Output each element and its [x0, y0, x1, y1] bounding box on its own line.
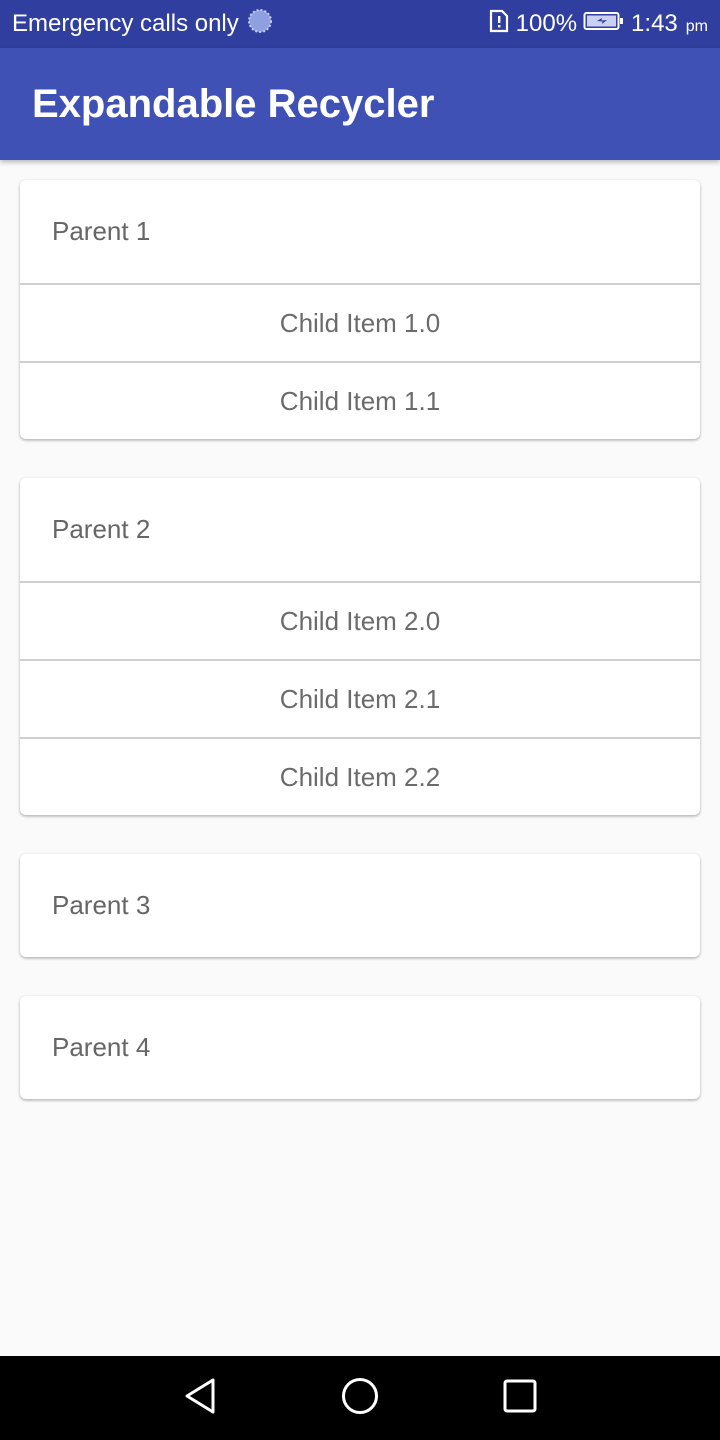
group-card: Parent 1 Child Item 1.0 Child Item 1.1	[20, 180, 700, 439]
child-row[interactable]: Child Item 2.2	[20, 737, 700, 815]
child-row[interactable]: Child Item 1.1	[20, 361, 700, 439]
child-row[interactable]: Child Item 2.0	[20, 581, 700, 659]
app-title: Expandable Recycler	[32, 81, 435, 126]
status-bar: Emergency calls only 100% 1:43 pm	[0, 0, 720, 48]
home-icon	[340, 1376, 380, 1421]
group-card: Parent 2 Child Item 2.0 Child Item 2.1 C…	[20, 478, 700, 815]
group-card: Parent 4	[20, 996, 700, 1099]
child-label: Child Item 2.0	[279, 605, 441, 636]
group-card: Parent 3	[20, 854, 700, 957]
clock-time: 1:43	[631, 10, 678, 37]
home-button[interactable]	[330, 1368, 390, 1428]
expandable-list[interactable]: Parent 1 Child Item 1.0 Child Item 1.1 P…	[0, 160, 720, 1356]
parent-label: Parent 1	[52, 216, 151, 246]
sync-icon	[247, 8, 273, 41]
carrier-text: Emergency calls only	[12, 10, 239, 37]
parent-label: Parent 2	[52, 514, 151, 544]
sim-alert-icon	[488, 9, 510, 40]
navigation-bar	[0, 1356, 720, 1440]
child-label: Child Item 1.0	[279, 307, 441, 338]
battery-percent: 100%	[515, 10, 578, 37]
battery-charging-icon	[583, 10, 625, 39]
app-bar: Expandable Recycler	[0, 48, 720, 160]
parent-row[interactable]: Parent 3	[20, 854, 700, 957]
child-label: Child Item 2.2	[279, 761, 441, 792]
child-row[interactable]: Child Item 2.1	[20, 659, 700, 737]
recents-icon	[502, 1378, 538, 1419]
clock-ampm: pm	[685, 18, 708, 35]
back-icon	[182, 1376, 218, 1421]
child-row[interactable]: Child Item 1.0	[20, 283, 700, 361]
parent-row[interactable]: Parent 4	[20, 996, 700, 1099]
parent-row[interactable]: Parent 2	[20, 478, 700, 581]
child-label: Child Item 1.1	[279, 385, 441, 416]
parent-label: Parent 4	[52, 1032, 151, 1062]
parent-row[interactable]: Parent 1	[20, 180, 700, 283]
back-button[interactable]	[170, 1368, 230, 1428]
parent-label: Parent 3	[52, 890, 151, 920]
recents-button[interactable]	[490, 1368, 550, 1428]
child-label: Child Item 2.1	[279, 683, 441, 714]
